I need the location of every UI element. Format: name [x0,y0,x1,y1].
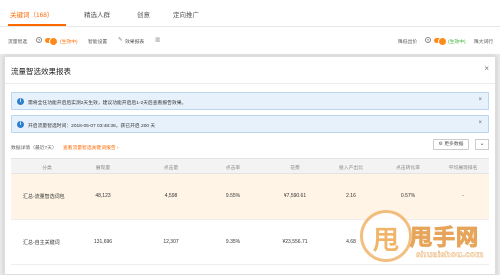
data-details-label: 数据详情（最近7天） [11,146,57,151]
logo-name: 甩手网 [409,226,480,252]
close-icon[interactable]: × [478,97,482,103]
table-cell: 48,123 [95,193,111,199]
notice-text: 需将全任功能开启后实测2天生效，建议功能开启后1-2天后查看报告效果。 [28,101,187,106]
edit-icon[interactable]: ✎ [118,37,123,43]
toolbar: 流量智选 ? (生效中) 智能设置 ✎ 效果报表 ▥ 降低出价 ? (生效中) … [0,27,500,54]
column-header[interactable]: 投入产出比 [339,164,363,171]
help-icon[interactable]: ? [425,37,431,43]
lower-bid-tail: 降大词行 [474,40,494,45]
more-data-button[interactable]: ⚙ 更多数据 [433,139,469,150]
lower-bid-toggle[interactable] [434,37,447,46]
table-cell: - [462,193,464,199]
keyword-report-link[interactable]: 查看流量智选关键词报告 › [63,146,119,151]
settings-icon: ⚙ [438,142,443,147]
help-icon[interactable]: ? [36,37,42,43]
more-data-label: 更多数据 [444,142,464,147]
notice-text: 开启流量智选时间：2018-05-07 03:48:38，获已开启 200 天 [28,124,156,129]
info-notice: i 开启流量智选时间：2018-05-07 03:48:38，获已开启 200 … [11,115,489,133]
column-header[interactable]: 花费 [290,164,300,171]
lower-bid-label: 降低出价 [398,40,418,45]
info-icon: i [17,121,24,128]
column-header[interactable]: 展现量 [96,164,110,171]
logo-url: shuaishou.com [416,250,484,259]
modal-title: 流量智选效果报表 [11,67,71,76]
smart-traffic-status: (生效中) [60,40,78,45]
smart-settings-link[interactable]: 智能设置 [88,38,107,45]
bar-chart-icon[interactable]: ▥ [155,37,160,43]
table-cell: ¥23,556.71 [282,239,308,245]
logo-glyph: 甩 [373,226,400,256]
table-cell: 4,598 [164,193,178,199]
table-cell: 汇总-自主关键词 [23,240,60,246]
column-header[interactable]: 点击转化率 [396,164,420,171]
table-cell: 9.55% [225,193,241,199]
tab-bar: 关键词（168） 精选人群 创意 定向推广 [0,0,500,27]
tab-selected-audience[interactable]: 精选人群 [84,9,110,19]
chevron-down-icon: ⌄ [479,141,485,147]
divider [5,83,495,84]
lower-bid-status: (生效中) [448,40,466,45]
table-cell: 2.16 [346,193,356,199]
smart-traffic-toggle[interactable] [45,37,58,46]
tab-creative[interactable]: 创意 [137,9,150,19]
column-header[interactable]: 点击量 [164,164,178,171]
collapse-button[interactable]: ⌄ [475,139,489,150]
info-icon: i [17,98,24,105]
column-header[interactable]: 点击率 [226,164,240,171]
info-notice: i 需将全任功能开启后实测2天生效，建议功能开启后1-2天后查看报告效果。 × [11,92,489,110]
table-cell: 0.57% [400,193,416,199]
table-cell: 131,696 [93,239,113,245]
data-details-line: 数据详情（最近7天） 查看流量智选关键词报告 › [11,144,119,151]
close-icon[interactable]: × [478,120,482,126]
table-header: 分类 展现量 点击量 点击率 花费 投入产出比 点击转化率 平均展现排名 [11,158,489,174]
close-icon[interactable]: × [484,64,489,73]
column-header[interactable]: 平均展现排名 [449,164,478,171]
table-cell: 汇总-流量智选词包 [23,194,65,200]
table-cell: 9.35% [225,239,241,245]
watermark-logo: 甩 甩手网 shuaishou.com [360,210,498,272]
active-tab-indicator [8,24,66,26]
tab-targeted-promotion[interactable]: 定向推广 [173,9,199,19]
effect-report-link[interactable]: 效果报表 [125,38,144,45]
column-header[interactable]: 分类 [42,164,52,171]
table-cell: ¥7,590.61 [283,193,307,199]
table-cell: 12,307 [163,239,179,245]
table-cell: 4.68 [346,239,356,245]
smart-traffic-label: 流量智选 [8,40,28,45]
tab-keywords[interactable]: 关键词（168） [10,9,53,19]
